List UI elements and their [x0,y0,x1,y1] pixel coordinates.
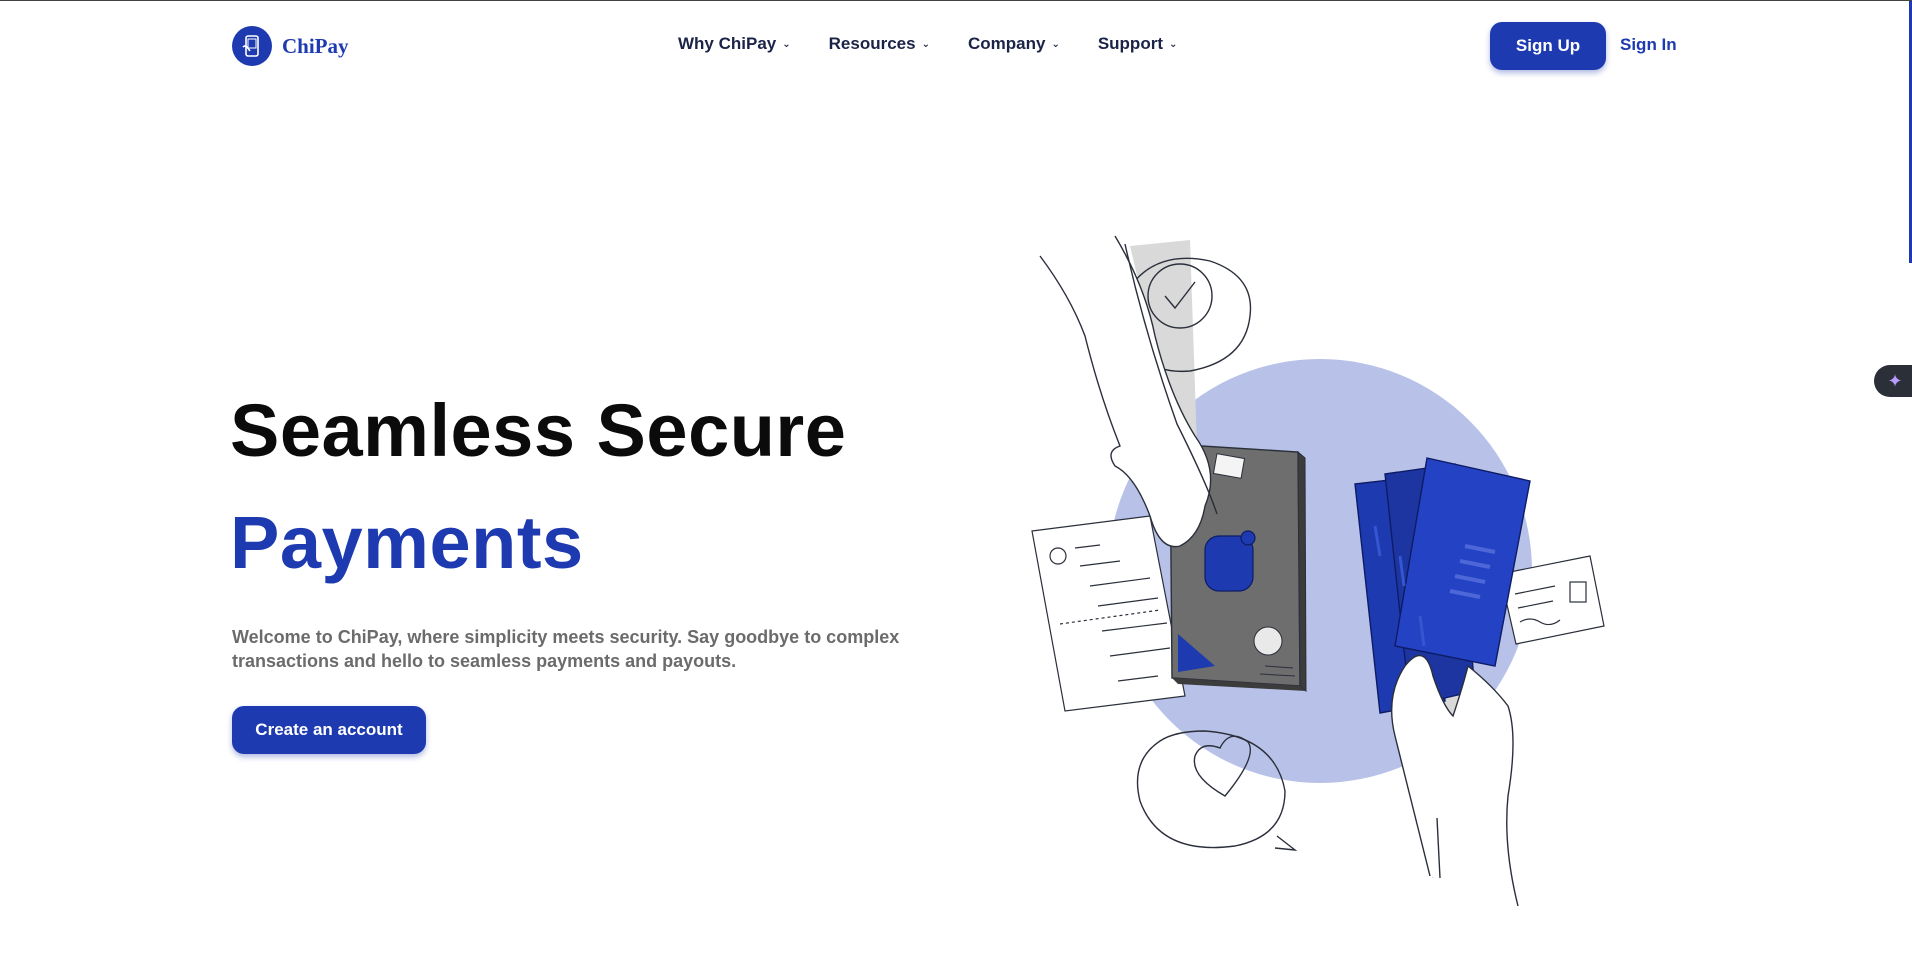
chevron-down-icon: ⌄ [1168,38,1178,50]
nav-label: Why ChiPay [678,34,777,53]
hero-title: Seamless Secure [230,389,847,472]
sparkle-icon: ✦ [1887,370,1903,391]
phone-payment-icon [232,26,272,66]
nav-label: Company [967,34,1046,53]
nav-item-resources[interactable]: Resources ⌄ [829,34,930,54]
nav-label: Resources [828,34,916,53]
nav-item-company[interactable]: Company ⌄ [968,34,1060,54]
page: ChiPay Why ChiPay ⌄ Resources ⌄ Company … [0,1,1912,953]
assistant-side-tab[interactable]: ✦ [1874,365,1912,397]
chevron-down-icon: ⌄ [921,38,930,50]
nav-item-support[interactable]: Support ⌄ [1098,34,1178,54]
brand-name: ChiPay [282,33,349,58]
main-nav: Why ChiPay ⌄ Resources ⌄ Company ⌄ Suppo… [678,34,1215,54]
brand-logo[interactable]: ChiPay [232,26,349,66]
hero-title-accent: Payments [230,501,584,584]
chevron-down-icon: ⌄ [1051,38,1060,50]
nav-item-why-chipay[interactable]: Why ChiPay ⌄ [678,34,791,54]
hero-description: Welcome to ChiPay, where simplicity meet… [232,627,900,671]
create-account-button[interactable]: Create an account [232,706,426,754]
hero-illustration [1031,235,1605,906]
sign-in-link[interactable]: Sign In [1620,35,1677,55]
sign-up-button[interactable]: Sign Up [1490,22,1606,70]
chevron-down-icon: ⌄ [782,38,791,50]
site-header: ChiPay Why ChiPay ⌄ Resources ⌄ Company … [0,1,1890,91]
page-scrollbar[interactable] [1892,1,1912,953]
nav-label: Support [1097,34,1163,53]
